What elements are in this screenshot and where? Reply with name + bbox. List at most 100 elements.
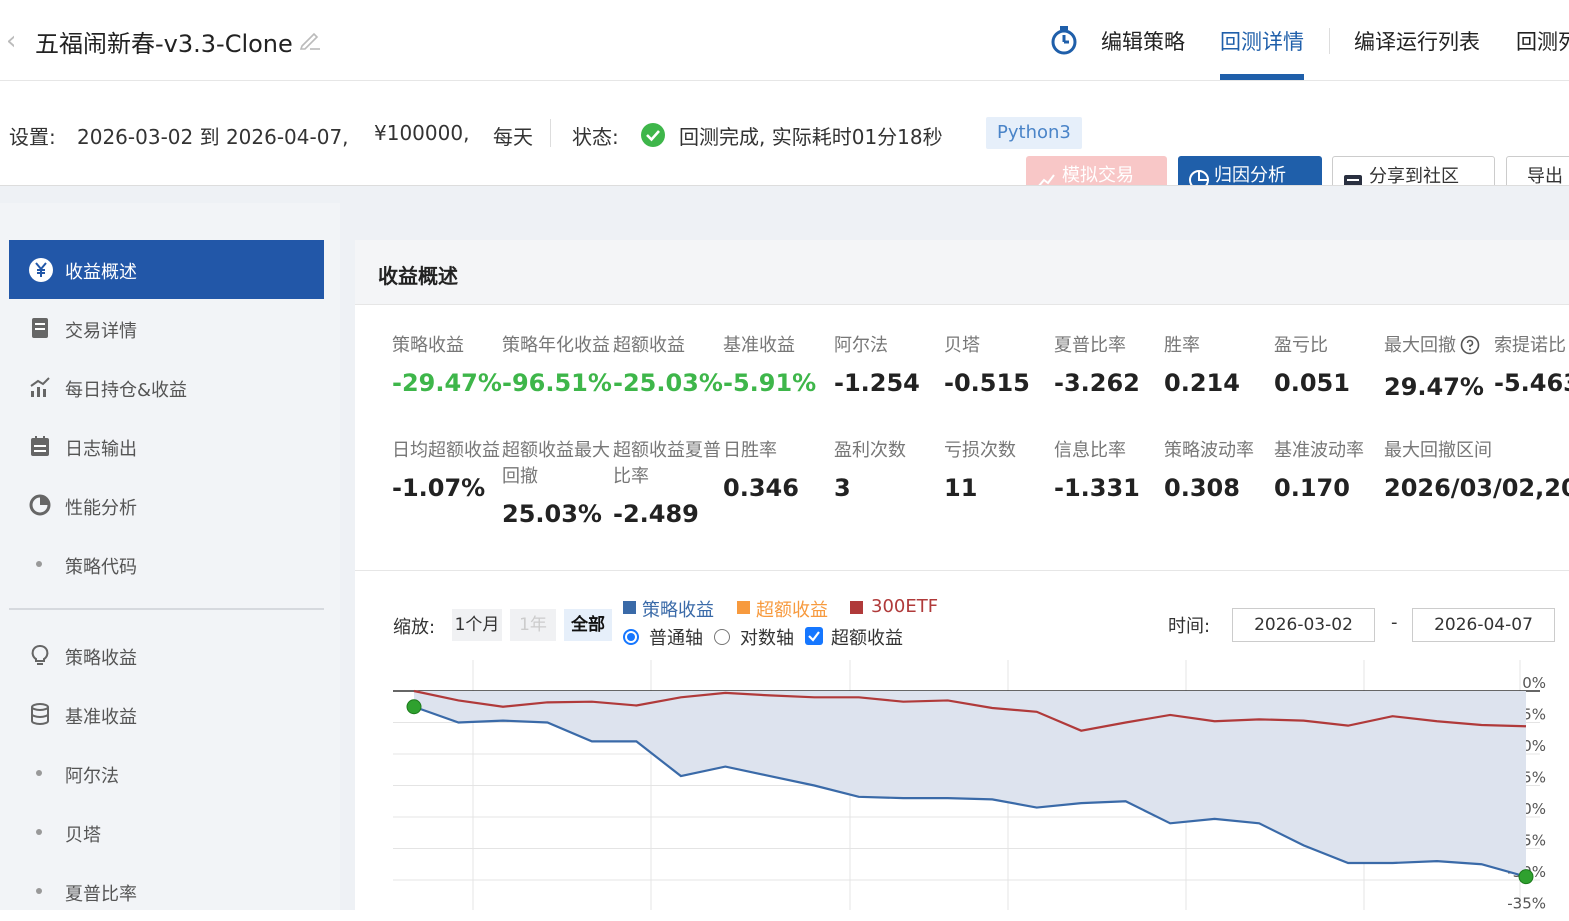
share-community-button[interactable]: 分享到社区 (1332, 156, 1495, 186)
sidebar-item-label: 基准收益 (65, 707, 137, 728)
metric-profit-loss-ratio: 盈亏比 0.051 (1274, 333, 1384, 397)
bulb-icon (29, 644, 51, 666)
metric-value: 0.051 (1274, 369, 1350, 397)
frequency-text: 每天 (493, 125, 533, 149)
pie-icon (29, 494, 51, 516)
legend-swatch-strategy (623, 601, 636, 614)
legend-benchmark[interactable]: 300ETF (871, 596, 938, 617)
metric-label: 超额收益最大回撤 (502, 440, 610, 487)
metric-value: -1.07% (392, 474, 486, 502)
metric-label: 最大回撤 (1384, 333, 1494, 363)
metric-value: -2.489 (613, 500, 699, 528)
legend-swatch-benchmark (850, 601, 863, 614)
edit-icon[interactable] (298, 27, 322, 55)
return-chart[interactable]: 0%-5%-10%-15%-20%-25%-30%-35% (380, 655, 1569, 910)
excess-return-checkbox[interactable] (805, 627, 823, 645)
sidebar-item-trades[interactable]: 交易详情 (9, 299, 324, 358)
trend-icon (1036, 166, 1056, 185)
timer-icon (1049, 24, 1079, 60)
metric-alpha: 阿尔法 -1.254 (834, 333, 944, 397)
normal-axis-label: 普通轴 (649, 628, 703, 649)
attribution-analysis-label: 归因分析 (1214, 165, 1286, 186)
yuan-icon (29, 258, 53, 282)
back-icon[interactable]: ‹ (6, 26, 16, 56)
tab-edit-strategy[interactable]: 编辑策略 (1101, 26, 1185, 56)
sidebar-item-label: 策略收益 (65, 648, 137, 669)
share-community-label: 分享到社区 (1369, 166, 1459, 186)
metric-label: 贝塔 (944, 335, 980, 356)
metric-annual-return: 策略年化收益 -96.51% (502, 333, 612, 397)
metric-value: -96.51% (502, 369, 612, 397)
metric-label: 索提诺比 (1494, 335, 1566, 356)
end-date-input[interactable]: 2026-04-07 (1412, 608, 1555, 642)
metric-value: 0.170 (1274, 474, 1350, 502)
panel-title: 收益概述 (378, 264, 458, 288)
sidebar-item-overview[interactable]: 收益概述 (9, 240, 324, 299)
sidebar-item-beta[interactable]: 贝塔 (9, 803, 324, 862)
sidebar-item-daily-positions[interactable]: 每日持仓&收益 (9, 358, 324, 417)
metric-strategy-volatility: 策略波动率 0.308 (1164, 438, 1274, 502)
metric-sortino: 索提诺比 -5.463 (1494, 333, 1569, 397)
metric-excess-sharpe: 超额收益夏普比率 -2.489 (613, 438, 723, 528)
log-axis-radio[interactable] (714, 629, 730, 645)
end-marker (1518, 869, 1534, 885)
tab-backtest-detail[interactable]: 回测详情 (1220, 26, 1304, 56)
tab-compile-list[interactable]: 编译运行列表 (1354, 26, 1480, 56)
export-button[interactable]: 导出 (1506, 156, 1569, 185)
attribution-analysis-button[interactable]: 归因分析 (1178, 156, 1322, 186)
metric-information-ratio: 信息比率 -1.331 (1054, 438, 1164, 502)
bullet-icon (36, 770, 42, 776)
legend-strategy-return[interactable]: 策略收益 (642, 596, 714, 622)
metric-sharpe: 夏普比率 -3.262 (1054, 333, 1164, 397)
metric-label: 阿尔法 (834, 335, 888, 356)
metric-label: 基准波动率 (1274, 440, 1364, 461)
metric-label: 超额收益夏普比率 (613, 440, 721, 487)
sidebar-item-strategy-code[interactable]: 策略代码 (9, 535, 324, 594)
language-badge: Python3 (986, 117, 1082, 149)
legend-swatch-excess (737, 601, 750, 614)
help-icon[interactable] (1460, 335, 1480, 363)
metric-max-drawdown-period: 最大回撤区间 2026/03/02,2026/04/07 (1384, 438, 1569, 502)
start-date-input[interactable]: 2026-03-02 (1232, 608, 1375, 642)
sidebar-item-alpha[interactable]: 阿尔法 (9, 744, 324, 803)
metric-label: 信息比率 (1054, 440, 1126, 461)
zoom-1-year-button[interactable]: 1年 (510, 609, 556, 641)
active-tab-indicator (1220, 74, 1304, 80)
metric-daily-win-rate: 日胜率 0.346 (723, 438, 833, 502)
sidebar-item-label: 日志输出 (65, 439, 137, 460)
overview-panel: 收益概述 策略收益 -29.47% 策略年化收益 -96.51% 超额收益 -2… (355, 240, 1569, 910)
metric-value: -1.254 (834, 369, 920, 397)
y-tick-label: 0% (1522, 674, 1546, 692)
sidebar-item-sharpe[interactable]: 夏普比率 (9, 862, 324, 921)
metric-benchmark-return: 基准收益 -5.91% (723, 333, 833, 397)
sidebar-item-label: 夏普比率 (65, 884, 137, 905)
metric-value: -5.463 (1494, 369, 1569, 397)
sidebar-divider (9, 608, 324, 610)
sidebar-item-strategy-return[interactable]: 策略收益 (9, 626, 324, 685)
metric-label: 策略波动率 (1164, 440, 1254, 461)
strategy-title: 五福闹新春-v3.3-Clone (35, 30, 293, 58)
bullet-icon (36, 829, 42, 835)
pie-chart-icon (1188, 166, 1210, 185)
metric-beta: 贝塔 -0.515 (944, 333, 1054, 397)
metric-value: -25.03% (613, 369, 723, 397)
tab-backtest-list[interactable]: 回测列表 (1516, 26, 1569, 56)
sidebar-item-label: 策略代码 (65, 557, 137, 578)
share-icon (1343, 167, 1363, 185)
metric-win-rate: 胜率 0.214 (1164, 333, 1274, 397)
metric-label: 盈利次数 (834, 440, 906, 461)
sidebar-item-log-output[interactable]: 日志输出 (9, 417, 324, 476)
simulate-trading-button[interactable]: 模拟交易 (1026, 156, 1167, 185)
sidebar-item-performance[interactable]: 性能分析 (9, 476, 324, 535)
sidebar-item-label: 交易详情 (65, 321, 137, 342)
metric-label: 超额收益 (613, 335, 685, 356)
normal-axis-radio[interactable] (623, 629, 639, 645)
zoom-1-month-button[interactable]: 1个月 (452, 609, 502, 641)
metric-label: 策略年化收益 (502, 335, 610, 356)
sidebar: 收益概述 交易详情 每日持仓&收益 日志输出 性能分析 策略代码 策略收益 基准… (0, 203, 340, 910)
legend-excess-return[interactable]: 超额收益 (756, 596, 828, 622)
metric-max-drawdown: 最大回撤 29.47% (1384, 333, 1494, 401)
sidebar-item-benchmark-return[interactable]: 基准收益 (9, 685, 324, 744)
zoom-all-button[interactable]: 全部 (564, 609, 612, 641)
bullet-icon (36, 561, 42, 567)
